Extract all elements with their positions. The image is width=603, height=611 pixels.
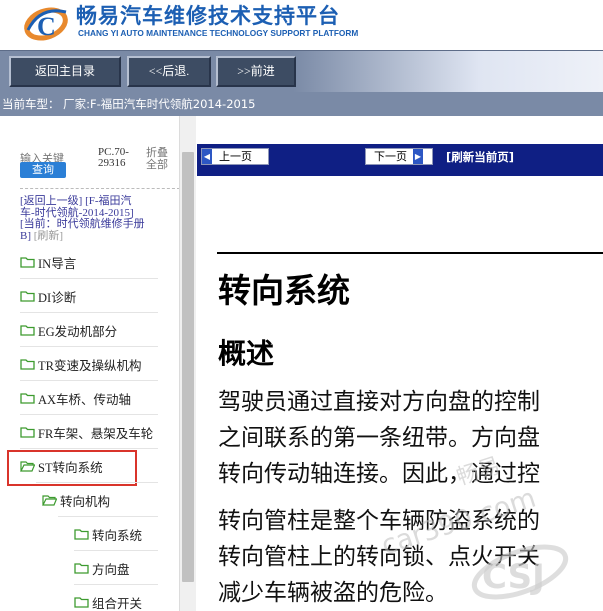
folder-icon bbox=[74, 597, 89, 608]
sidebar-scrollbar[interactable] bbox=[179, 116, 196, 611]
current-vehicle-bar: 当前车型： 厂家:F-福田汽车时代领航2014-2015 bbox=[0, 92, 603, 116]
vehicle-link[interactable]: [F-福田汽 bbox=[85, 195, 131, 207]
tree-item-di[interactable]: DI诊断 bbox=[20, 282, 76, 310]
tree-item-steering-wheel[interactable]: 方向盘 bbox=[74, 554, 130, 582]
pc-code-line2: 29316 bbox=[98, 157, 126, 169]
tree-item-label: FR车架、悬架及车轮 bbox=[38, 426, 154, 441]
tree-item-eg[interactable]: EG发动机部分 bbox=[20, 316, 117, 344]
tree-divider bbox=[74, 550, 158, 551]
folder-icon bbox=[20, 359, 35, 370]
tree-item-in[interactable]: IN导言 bbox=[20, 248, 76, 276]
tree-item-label: DI诊断 bbox=[38, 290, 77, 305]
sidebar-divider bbox=[20, 188, 180, 189]
page-navigation-bar: ◀ 上一页 下一页 ▶ [刷新当前页] bbox=[197, 144, 603, 176]
next-page-label: 下一页 bbox=[374, 150, 407, 163]
app-title: 畅易汽车维修技术支持平台 bbox=[76, 4, 340, 28]
back-button[interactable]: <<后退. bbox=[127, 56, 211, 87]
arrow-left-icon: ◀ bbox=[202, 149, 212, 164]
folder-icon bbox=[20, 325, 35, 336]
query-button[interactable]: 查询 bbox=[20, 162, 66, 178]
tree-item-label: 转向系统 bbox=[92, 528, 143, 543]
tree-item-label: 组合开关 bbox=[92, 596, 143, 611]
refresh-page-button[interactable]: [刷新当前页] bbox=[446, 149, 514, 165]
tree-item-steering-system[interactable]: 转向系统 bbox=[74, 520, 142, 548]
tree-item-steering-mechanism[interactable]: 转向机构 bbox=[42, 486, 110, 514]
section-heading: 概述 bbox=[218, 337, 275, 370]
next-page-button[interactable]: 下一页 ▶ bbox=[365, 148, 433, 165]
arrow-right-icon: ▶ bbox=[413, 149, 423, 164]
selection-highlight bbox=[7, 450, 137, 486]
paragraph-line: 之间联系的第一条纽带。方向盘 bbox=[218, 425, 540, 451]
folder-icon bbox=[74, 563, 89, 574]
main-toolbar: 返回主目录 <<后退. >>前进 bbox=[0, 50, 603, 93]
previous-page-button[interactable]: ◀ 上一页 bbox=[201, 148, 269, 165]
document-frame: ◀ 上一页 下一页 ▶ [刷新当前页] 转向系统 概述 驾驶员通过直接对方向盘的… bbox=[197, 116, 603, 611]
paragraph-line: 转向管柱是整个车辆防盗系统的 bbox=[218, 508, 540, 534]
folder-icon bbox=[20, 257, 35, 268]
tree-item-tr[interactable]: TR变速及操纵机构 bbox=[20, 350, 141, 378]
document-rule bbox=[217, 252, 603, 254]
sidebar: 输入关键 查询 PC.70- 29316 折叠 全部 [返回上一级] [F-福田… bbox=[0, 116, 194, 611]
paragraph-line: 减少车辆被盗的危险。 bbox=[218, 580, 448, 606]
pc-code: PC.70- 29316 bbox=[98, 147, 138, 169]
tree-divider bbox=[20, 312, 158, 313]
breadcrumb: [返回上一级] [F-福田汽 车-时代领航-2014-2015] [当前：时代领… bbox=[20, 195, 160, 242]
tree-divider bbox=[20, 414, 158, 415]
home-menu-button[interactable]: 返回主目录 bbox=[9, 56, 121, 87]
folder-open-icon bbox=[42, 495, 57, 506]
tree-item-fr[interactable]: FR车架、悬架及车轮 bbox=[20, 418, 153, 446]
previous-page-label: 上一页 bbox=[219, 150, 252, 163]
current-manual-link-cont[interactable]: B] bbox=[20, 230, 31, 242]
back-up-level-link[interactable]: [返回上一级] bbox=[20, 195, 82, 207]
tree-divider bbox=[58, 516, 158, 517]
refresh-tree-link[interactable]: [刷新] bbox=[34, 230, 63, 242]
tree-item-label: TR变速及操纵机构 bbox=[38, 358, 142, 373]
toolbar-gradient bbox=[293, 51, 603, 93]
paragraph-line: 驾驶员通过直接对方向盘的控制 bbox=[218, 389, 540, 415]
tree-item-label: 方向盘 bbox=[92, 562, 130, 577]
tree-divider bbox=[74, 584, 158, 585]
app-header: C 畅易汽车维修技术支持平台 CHANG YI AUTO MAINTENANCE… bbox=[0, 0, 603, 50]
tree-item-ax[interactable]: AX车桥、传动轴 bbox=[20, 384, 131, 412]
collapse-line2: 全部 bbox=[146, 158, 168, 171]
tree-divider bbox=[20, 346, 158, 347]
folder-icon bbox=[20, 291, 35, 302]
tree-divider bbox=[36, 482, 158, 483]
tree-item-label: EG发动机部分 bbox=[38, 324, 118, 339]
tree-item-label: 转向机构 bbox=[60, 494, 111, 509]
scrollbar-thumb[interactable] bbox=[182, 152, 194, 582]
forward-button[interactable]: >>前进 bbox=[216, 56, 296, 87]
folder-icon bbox=[20, 393, 35, 404]
paragraph-line: 转向传动轴连接。因此，通过控 bbox=[218, 461, 540, 487]
collapse-all-button[interactable]: 折叠 全部 bbox=[146, 147, 174, 171]
app-logo: C bbox=[24, 7, 68, 41]
folder-icon bbox=[20, 427, 35, 438]
tree-item-label: IN导言 bbox=[38, 256, 77, 271]
tree-divider bbox=[20, 380, 158, 381]
tree-item-combination-switch[interactable]: 组合开关 bbox=[74, 588, 142, 611]
paragraph-line: 转向管柱上的转向锁、点火开关 bbox=[218, 544, 540, 570]
app-subtitle: CHANG YI AUTO MAINTENANCE TECHNOLOGY SUP… bbox=[78, 28, 359, 38]
document-title: 转向系统 bbox=[218, 271, 350, 310]
tree-divider bbox=[20, 278, 158, 279]
folder-icon bbox=[74, 529, 89, 540]
tree-item-label: AX车桥、传动轴 bbox=[38, 392, 132, 407]
tree-divider bbox=[20, 448, 158, 449]
logo-letter: C bbox=[37, 12, 56, 41]
